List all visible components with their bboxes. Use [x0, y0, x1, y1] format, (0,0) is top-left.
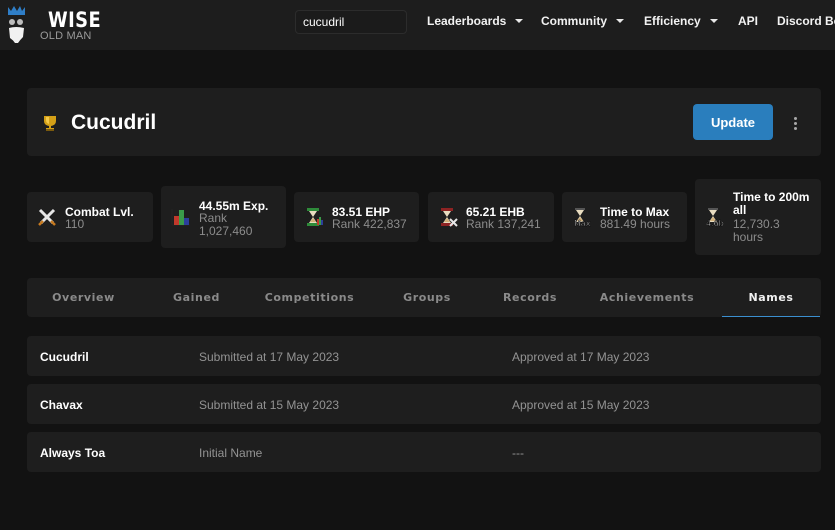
player-header-card: Cucudril Update [27, 88, 821, 156]
crossed-swords-icon [38, 208, 56, 226]
stat-value: Rank 422,837 [332, 217, 407, 231]
more-vertical-icon [793, 116, 797, 120]
nav-discord-bot-label: Discord Bot [777, 14, 835, 28]
player-search-input[interactable] [295, 10, 407, 34]
stat-value: 12,730.3 hours [733, 217, 780, 244]
top-navbar: WISE OLD MAN Leaderboards Community Effi… [0, 0, 835, 50]
caret-down-icon [515, 19, 524, 23]
profile-tabs: Overview Gained Competitions Groups Reco… [27, 278, 821, 317]
hourglass-bosses-icon [441, 208, 458, 227]
nav-efficiency[interactable]: Efficiency [644, 14, 718, 28]
tab-achievements[interactable]: Achievements [572, 278, 722, 317]
name-value: Always Toa [40, 446, 106, 460]
nav-api-label: API [738, 14, 759, 28]
wise-old-man-logo-icon [8, 6, 25, 43]
caret-down-icon [709, 19, 718, 23]
caret-down-icon [616, 19, 624, 23]
nav-discord-bot[interactable]: Discord Bot [777, 14, 835, 28]
hourglass-max-icon: Max [574, 208, 591, 227]
stat-combat-level: Combat Lvl. 110 [27, 192, 153, 242]
stat-ehp: 83.51 EHP Rank 422,837 [294, 192, 419, 242]
nav-community-label: Community [541, 14, 607, 28]
trophy-icon [44, 116, 56, 131]
player-name: Cucudril [71, 111, 157, 134]
name-history-row: Always Toa Initial Name --- [27, 432, 821, 472]
stat-time-to-max: Max Time to Max 881.49 hours [562, 192, 687, 242]
stat-value: 110 [65, 217, 85, 231]
nav-leaderboards-label: Leaderboards [427, 14, 507, 28]
submitted-date: Initial Name [199, 446, 263, 460]
bar-chart-icon [171, 209, 190, 226]
brand-subtitle: OLD MAN [40, 30, 92, 42]
approved-date: Approved at 17 May 2023 [512, 350, 650, 364]
stat-value: Rank 1,027,460 [199, 211, 253, 238]
logo[interactable]: WISE OLD MAN [6, 3, 106, 47]
more-vertical-icon-dot [793, 126, 797, 130]
name-history-row: Cucudril Submitted at 17 May 2023 Approv… [27, 336, 821, 376]
approved-date: --- [512, 446, 524, 460]
submitted-date: Submitted at 15 May 2023 [199, 398, 340, 412]
brand-title: WISE [48, 8, 102, 32]
stat-label: Time to 200m all [733, 190, 810, 217]
nav-leaderboards[interactable]: Leaderboards [427, 14, 524, 28]
tab-names[interactable]: Names [722, 278, 820, 317]
nav-efficiency-label: Efficiency [644, 14, 701, 28]
tab-overview[interactable]: Overview [27, 278, 140, 317]
name-value: Cucudril [40, 350, 89, 364]
more-vertical-icon-dot [793, 121, 797, 125]
tab-competitions[interactable]: Competitions [253, 278, 366, 317]
update-button[interactable]: Update [693, 104, 773, 140]
approved-date: Approved at 15 May 2023 [512, 398, 650, 412]
tab-records[interactable]: Records [488, 278, 572, 317]
hourglass-skills-icon [307, 208, 323, 226]
stat-value: 881.49 hours [600, 217, 671, 231]
name-history-row: Chavax Submitted at 15 May 2023 Approved… [27, 384, 821, 424]
tab-groups[interactable]: Groups [366, 278, 488, 317]
name-value: Chavax [40, 398, 83, 412]
svg-text:Max: Max [574, 219, 591, 227]
hourglass-200m-icon: 4.6b [706, 208, 724, 227]
stat-value: Rank 137,241 [466, 217, 541, 231]
stat-time-to-200m: 4.6b Time to 200m all 12,730.3 hours [695, 179, 821, 255]
nav-community[interactable]: Community [541, 14, 624, 28]
nav-api[interactable]: API [738, 14, 758, 28]
stat-ehb: 65.21 EHB Rank 137,241 [428, 192, 554, 242]
stat-total-exp: 44.55m Exp. Rank 1,027,460 [161, 186, 286, 248]
svg-text:4.6b: 4.6b [706, 219, 724, 227]
tab-gained[interactable]: Gained [140, 278, 253, 317]
submitted-date: Submitted at 17 May 2023 [199, 350, 340, 364]
more-options-button[interactable] [787, 112, 803, 134]
